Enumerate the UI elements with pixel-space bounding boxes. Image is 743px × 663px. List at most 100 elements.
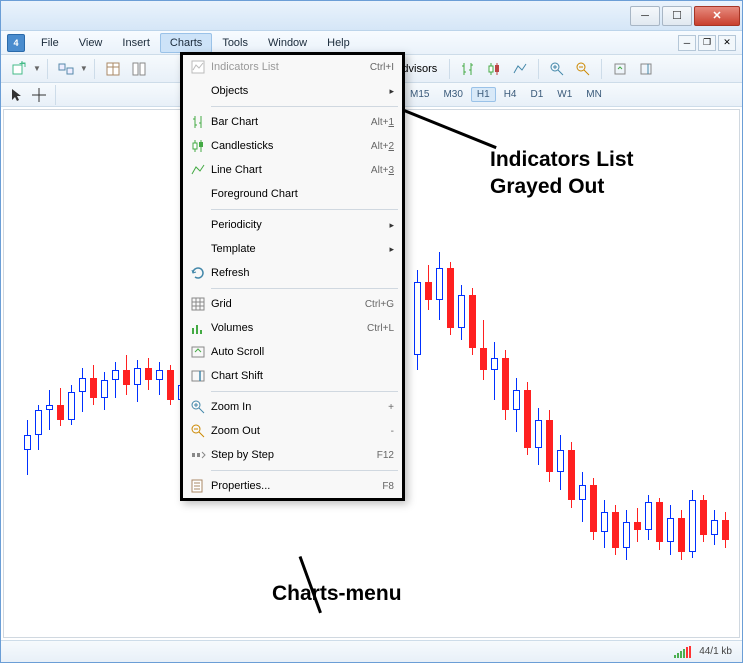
- menu-item-foreground-chart[interactable]: Foreground Chart: [183, 182, 402, 206]
- submenu-arrow-icon: ▸: [389, 220, 394, 231]
- line-chart-icon: [512, 61, 528, 77]
- menu-item-label: Zoom In: [211, 401, 388, 413]
- menu-item-chart-shift[interactable]: Chart Shift: [183, 364, 402, 388]
- menu-item-refresh[interactable]: Refresh: [183, 261, 402, 285]
- new-chart-icon: [11, 61, 27, 77]
- market-watch-button[interactable]: [101, 58, 125, 80]
- menu-item-label: Objects: [211, 85, 389, 97]
- zoom-in-icon: [549, 61, 565, 77]
- menu-file[interactable]: File: [31, 33, 69, 53]
- charts-dropdown: Indicators ListCtrl+IObjects▸Bar ChartAl…: [180, 52, 405, 501]
- cursor-icon: [9, 87, 25, 103]
- menu-item-shortcut: +: [388, 402, 394, 413]
- menu-item-properties-[interactable]: Properties...F8: [183, 474, 402, 498]
- navigator-icon: [131, 61, 147, 77]
- cursor-tool[interactable]: [7, 85, 27, 105]
- menu-item-label: Bar Chart: [211, 116, 371, 128]
- candlestick-button[interactable]: [482, 58, 506, 80]
- connection-bars-icon: [674, 646, 691, 658]
- close-button[interactable]: ✕: [694, 6, 740, 26]
- menu-item-candlesticks[interactable]: CandlesticksAlt+2: [183, 134, 402, 158]
- annotation-charts-menu: Charts-menu: [272, 580, 402, 607]
- menu-item-line-chart[interactable]: Line ChartAlt+3: [183, 158, 402, 182]
- tf-h1[interactable]: H1: [471, 87, 496, 102]
- crosshair-tool[interactable]: [29, 85, 49, 105]
- statusbar: 44/1 kb: [1, 640, 742, 662]
- menu-item-label: Properties...: [211, 480, 382, 492]
- menu-item-label: Periodicity: [211, 219, 389, 231]
- market-watch-icon: [105, 61, 121, 77]
- tf-h4[interactable]: H4: [498, 87, 523, 102]
- grid-icon: [185, 296, 211, 312]
- menu-item-step-by-step[interactable]: Step by StepF12: [183, 443, 402, 467]
- minimize-button[interactable]: ─: [630, 6, 660, 26]
- submenu-arrow-icon: ▸: [389, 86, 394, 97]
- new-chart-button[interactable]: [7, 58, 31, 80]
- menu-window[interactable]: Window: [258, 33, 317, 53]
- menu-view[interactable]: View: [69, 33, 113, 53]
- menu-item-shortcut: Ctrl+L: [367, 323, 394, 334]
- zoom-in-button[interactable]: [545, 58, 569, 80]
- bar-chart-icon: [460, 61, 476, 77]
- zoom-out-icon: [575, 61, 591, 77]
- menu-item-label: Template: [211, 243, 389, 255]
- menu-item-periodicity[interactable]: Periodicity▸: [183, 213, 402, 237]
- menu-item-label: Indicators List: [211, 61, 370, 73]
- menu-item-label: Foreground Chart: [211, 188, 394, 200]
- menu-item-shortcut: Ctrl+I: [370, 62, 394, 73]
- menu-item-shortcut: F12: [377, 450, 394, 461]
- zoom-out-button[interactable]: [571, 58, 595, 80]
- indicators-icon: [185, 59, 211, 75]
- tf-m15[interactable]: M15: [404, 87, 435, 102]
- profiles-button[interactable]: [54, 58, 78, 80]
- mdi-restore-button[interactable]: ❐: [698, 35, 716, 51]
- menu-item-label: Grid: [211, 298, 365, 310]
- autoscroll-icon: [185, 344, 211, 360]
- menu-item-shortcut: Alt+2: [371, 141, 394, 152]
- menu-tools[interactable]: Tools: [212, 33, 258, 53]
- titlebar: ─ ☐ ✕: [1, 1, 742, 31]
- auto-scroll-button[interactable]: [608, 58, 632, 80]
- menu-item-auto-scroll[interactable]: Auto Scroll: [183, 340, 402, 364]
- chart-shift-button[interactable]: [634, 58, 658, 80]
- menu-item-shortcut: F8: [382, 481, 394, 492]
- menu-item-objects[interactable]: Objects▸: [183, 79, 402, 103]
- menu-item-label: Volumes: [211, 322, 367, 334]
- properties-icon: [185, 478, 211, 494]
- line-chart-button[interactable]: [508, 58, 532, 80]
- menu-item-bar-chart[interactable]: Bar ChartAlt+1: [183, 110, 402, 134]
- menu-item-label: Auto Scroll: [211, 346, 394, 358]
- menu-item-label: Refresh: [211, 267, 394, 279]
- menu-item-zoom-in[interactable]: Zoom In+: [183, 395, 402, 419]
- menu-insert[interactable]: Insert: [112, 33, 160, 53]
- zoomout-icon: [185, 423, 211, 439]
- tf-d1[interactable]: D1: [525, 87, 550, 102]
- menu-charts[interactable]: Charts: [160, 33, 212, 53]
- menu-item-label: Step by Step: [211, 449, 377, 461]
- tf-mn[interactable]: MN: [580, 87, 608, 102]
- bar-chart-button[interactable]: [456, 58, 480, 80]
- app-icon: 4: [7, 34, 25, 52]
- mdi-minimize-button[interactable]: ─: [678, 35, 696, 51]
- tf-w1[interactable]: W1: [551, 87, 578, 102]
- menu-help[interactable]: Help: [317, 33, 360, 53]
- menu-item-indicators-list: Indicators ListCtrl+I: [183, 55, 402, 79]
- menu-item-shortcut: -: [391, 426, 394, 437]
- submenu-arrow-icon: ▸: [389, 244, 394, 255]
- traffic-label: 44/1 kb: [699, 646, 732, 657]
- zoomin-icon: [185, 399, 211, 415]
- mdi-close-button[interactable]: ✕: [718, 35, 736, 51]
- tf-m30[interactable]: M30: [437, 87, 468, 102]
- menu-item-volumes[interactable]: VolumesCtrl+L: [183, 316, 402, 340]
- menu-item-template[interactable]: Template▸: [183, 237, 402, 261]
- menu-item-grid[interactable]: GridCtrl+G: [183, 292, 402, 316]
- refresh-icon: [185, 265, 211, 281]
- annotation-indicators: Indicators List Grayed Out: [490, 146, 634, 201]
- maximize-button[interactable]: ☐: [662, 6, 692, 26]
- crosshair-icon: [31, 87, 47, 103]
- menu-item-zoom-out[interactable]: Zoom Out-: [183, 419, 402, 443]
- navigator-button[interactable]: [127, 58, 151, 80]
- barchart-icon: [185, 114, 211, 130]
- menu-item-shortcut: Ctrl+G: [365, 299, 394, 310]
- menu-item-label: Zoom Out: [211, 425, 391, 437]
